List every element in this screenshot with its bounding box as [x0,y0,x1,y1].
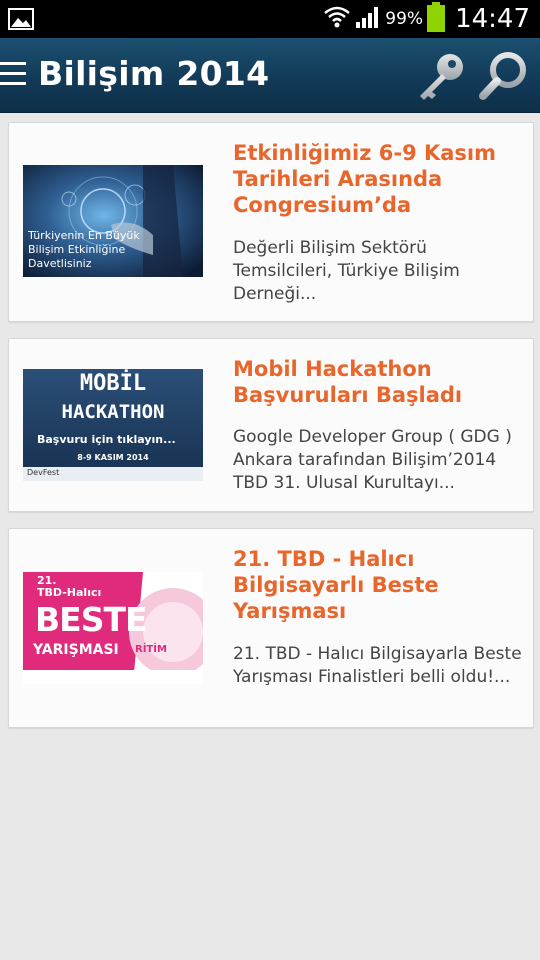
thumbnail-heading: YARIŞMASI [33,642,119,658]
status-bar: 99% 14:47 [0,0,540,38]
thumbnail-heading: BESTE [35,600,148,639]
news-summary: Google Developer Group ( GDG ) Ankara ta… [233,427,512,493]
thumbnail-text: TBD-Halıcı [37,586,102,599]
key-icon[interactable] [414,50,468,108]
battery-percent: 99% [385,9,424,29]
news-title[interactable]: 21. TBD - Halıcı Bilgisayarlı Beste Yarı… [233,546,523,624]
news-title[interactable]: Etkinliğimiz 6-9 Kasım Tarihleri Arasınd… [233,140,523,218]
wifi-icon [323,5,351,33]
news-summary: 21. TBD - Halıcı Bilgisayarla Beste Yarı… [233,644,522,687]
clock: 14:47 [455,4,530,34]
news-card[interactable]: MOBİL HACKATHON Başvuru için tıklayın...… [8,338,534,512]
news-thumbnail: 21. TBD-Halıcı BESTE YARIŞMASI RİTİM [23,572,203,684]
thumbnail-heading: MOBİL [79,371,147,396]
news-thumbnail: Türkiyenin En Büyük Bilişim Etkinliğine … [23,165,203,277]
battery-icon [427,2,446,36]
thumbnail-cta: Başvuru için tıklayın... [37,433,176,446]
news-card[interactable]: 21. TBD-Halıcı BESTE YARIŞMASI RİTİM 21.… [8,528,534,728]
signal-icon [355,5,381,33]
app-header: Bilişim 2014 [0,38,540,113]
app-title[interactable]: Bilişim 2014 [38,54,269,93]
thumbnail-caption: Türkiyenin En Büyük Bilişim Etkinliğine … [28,229,140,270]
thumbnail-heading: HACKATHON [61,401,165,423]
thumbnail-sponsor: DevFest [27,468,60,477]
gallery-notification-icon [8,8,34,34]
search-icon[interactable] [476,50,532,108]
news-card[interactable]: Türkiyenin En Büyük Bilişim Etkinliğine … [8,122,534,322]
news-thumbnail: MOBİL HACKATHON Başvuru için tıklayın...… [23,369,203,481]
news-title[interactable]: Mobil Hackathon Başvuruları Başladı [233,356,523,408]
news-summary: Değerli Bilişim Sektörü Temsilcileri, Tü… [233,238,460,304]
menu-icon[interactable] [0,62,28,88]
thumbnail-date: 8-9 KASIM 2014 [77,453,149,462]
thumbnail-badge: RİTİM [135,644,167,655]
